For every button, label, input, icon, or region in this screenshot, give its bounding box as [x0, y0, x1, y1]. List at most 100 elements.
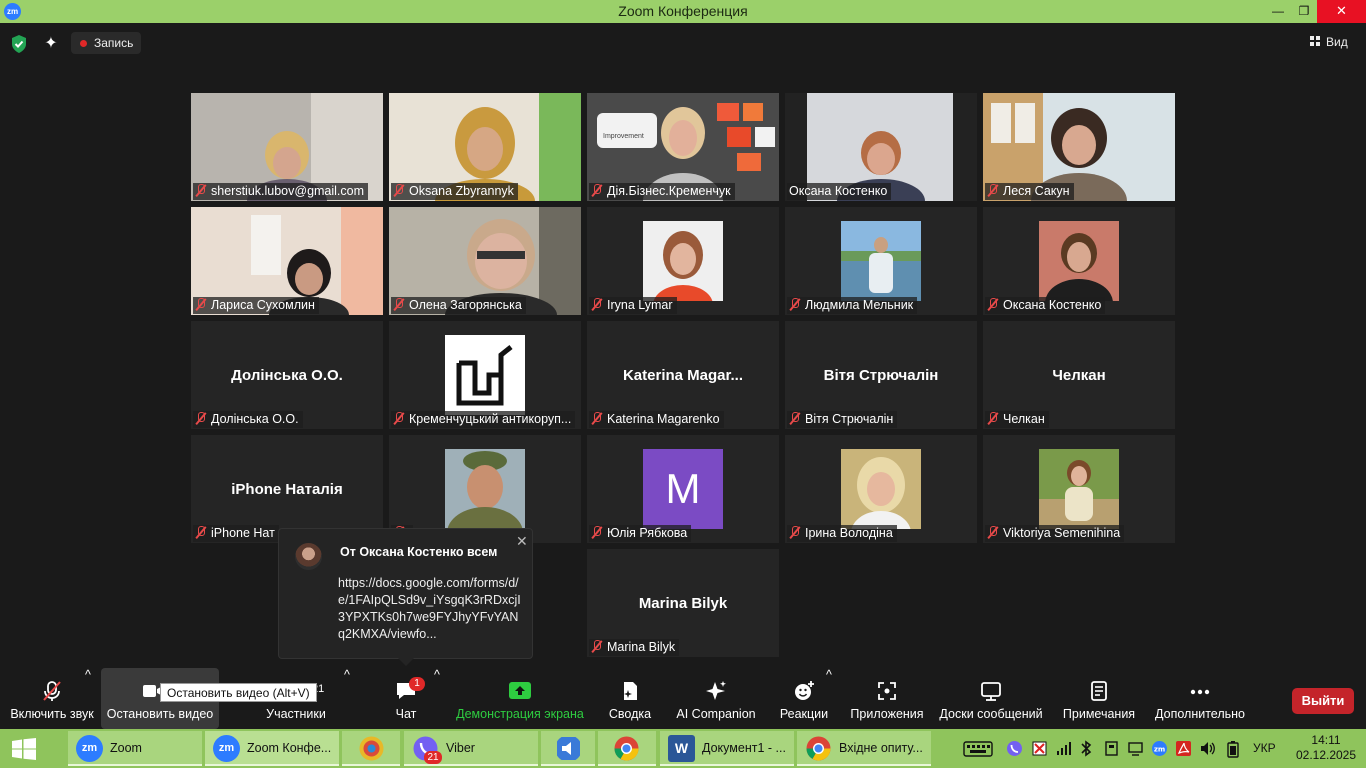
volume-icon[interactable] — [1199, 740, 1216, 757]
participant-tile-active-speaker[interactable]: Оксана Костенко — [785, 93, 977, 201]
participant-tile[interactable]: Леся Сакун — [983, 93, 1175, 201]
participants-options-caret[interactable]: ^ — [344, 668, 350, 682]
reactions-button[interactable]: Реакции — [776, 668, 832, 729]
participant-tile[interactable]: Оксана Костенко — [983, 207, 1175, 315]
mic-muted-icon — [987, 412, 999, 425]
monitor-tray-icon[interactable] — [1127, 740, 1144, 757]
participant-tile[interactable]: Iryna Lymar — [587, 207, 779, 315]
mic-muted-icon — [987, 184, 999, 197]
minimize-button[interactable]: — — [1265, 0, 1291, 23]
maximize-button[interactable]: ❐ — [1291, 0, 1317, 23]
signal-bars-icon[interactable] — [1056, 740, 1072, 756]
taskbar-item-viber[interactable]: 21 Viber — [404, 731, 538, 766]
participant-tile[interactable]: Олена Загорянська — [389, 207, 581, 315]
taskbar-item-browser[interactable] — [342, 731, 400, 766]
mic-muted-icon — [393, 412, 405, 425]
keyboard-language[interactable]: УКР — [1253, 741, 1276, 755]
participant-avatar — [841, 221, 921, 301]
participant-display-name: iPhone Наталія — [231, 481, 343, 498]
participant-tile[interactable]: Viktoriya Semenihina — [983, 435, 1175, 543]
windows-taskbar: zm Zoom zm Zoom Конфе... 21 Viber W Доку… — [0, 729, 1366, 768]
participant-display-name: Долінська О.О. — [231, 367, 343, 384]
viber-tray-icon[interactable] — [1006, 740, 1023, 757]
mic-muted-icon — [393, 184, 405, 197]
record-dot-icon — [80, 40, 87, 47]
participant-display-name: Челкан — [1052, 367, 1106, 384]
apps-label: Приложения — [850, 707, 924, 721]
ai-sparkle-icon[interactable]: ✦ — [41, 34, 61, 54]
chat-options-caret[interactable]: ^ — [434, 668, 440, 682]
participant-tile[interactable]: Лариса Сухомлин — [191, 207, 383, 315]
participant-tile[interactable] — [389, 435, 581, 543]
mic-muted-icon — [591, 184, 603, 197]
taskbar-item-word[interactable]: W Документ1 - ... — [660, 731, 794, 766]
participant-name-label: Iryna Lymar — [589, 297, 677, 314]
notes-button[interactable]: Примечания — [1058, 668, 1140, 729]
participant-display-name: Marina Bilyk — [638, 595, 728, 612]
participant-display-name: Вітя Стрючалін — [823, 367, 939, 384]
windows-start-icon[interactable] — [12, 738, 36, 760]
apps-button[interactable]: Приложения — [848, 668, 926, 729]
close-icon[interactable]: ✕ — [516, 533, 528, 550]
window-title: Zoom Конференция — [618, 3, 748, 19]
ai-sparkle-icon — [706, 681, 726, 700]
participant-tile[interactable]: M Юлія Рябкова — [587, 435, 779, 543]
participant-tile[interactable]: Кременчуцький антикоруп... — [389, 321, 581, 429]
participant-tile[interactable]: Oksana Zbyrannyk — [389, 93, 581, 201]
grid-view-icon — [1310, 36, 1321, 47]
recording-indicator[interactable]: Запись — [71, 32, 141, 54]
close-button[interactable]: ✕ — [1317, 0, 1366, 23]
taskbar-item-zoom[interactable]: zm Zoom — [68, 731, 202, 766]
participant-name-label: Юлія Рябкова — [589, 525, 692, 542]
participants-label: Участники — [266, 707, 326, 721]
taskbar-item-chrome-window[interactable]: Вхідне опиту... — [797, 731, 931, 766]
security-shield-icon[interactable] — [10, 34, 28, 54]
participant-name-label: Оксана Костенко — [787, 183, 892, 200]
summary-button[interactable]: Сводка — [602, 668, 658, 729]
more-button[interactable]: Дополнительно — [1152, 668, 1248, 729]
ai-companion-button[interactable]: AI Companion — [674, 668, 758, 729]
bluetooth-icon[interactable] — [1079, 740, 1093, 757]
zoom-app-icon: zm — [213, 735, 240, 762]
participant-tile[interactable]: Челкан Челкан — [983, 321, 1175, 429]
audio-options-caret[interactable]: ^ — [85, 668, 91, 682]
mic-muted-icon — [987, 298, 999, 311]
chat-sender: От Оксана Костенко всем — [340, 545, 498, 559]
speaker-app-icon — [557, 737, 580, 760]
network-warning-icon[interactable] — [1031, 740, 1048, 757]
chat-message-link[interactable]: https://docs.google.com/forms/d/e/1FAIpQ… — [338, 575, 524, 643]
reactions-options-caret[interactable]: ^ — [826, 668, 832, 682]
more-label: Дополнительно — [1155, 707, 1245, 721]
participant-tile[interactable]: Katerina Magar... Katerina Magarenko — [587, 321, 779, 429]
poster-text: Improvement — [603, 133, 644, 140]
participant-tile[interactable]: Долінська О.О. Долінська О.О. — [191, 321, 383, 429]
leave-button[interactable]: Выйти — [1292, 688, 1354, 714]
battery-icon[interactable] — [1226, 740, 1240, 758]
acrobat-tray-icon[interactable] — [1175, 740, 1192, 757]
mic-muted-icon — [195, 298, 207, 311]
participant-tile[interactable]: iPhone Наталія iPhone Нат — [191, 435, 383, 543]
whiteboards-button[interactable]: Доски сообщений — [938, 668, 1044, 729]
participant-tile[interactable]: Improvement Дія.Бізнес.Кременчук — [587, 93, 779, 201]
participant-tile[interactable]: sherstiuk.lubov@gmail.com — [191, 93, 383, 201]
participant-tile[interactable]: Вітя Стрючалін Вітя Стрючалін — [785, 321, 977, 429]
meeting-top-bar: ✦ Запись Вид — [0, 23, 1366, 65]
taskbar-item-chrome[interactable] — [598, 731, 656, 766]
participant-tile[interactable]: Ірина Володіна — [785, 435, 977, 543]
clock-time: 14:11 — [1311, 733, 1341, 747]
view-button[interactable]: Вид — [1310, 35, 1348, 53]
chrome-app-icon — [806, 736, 831, 761]
system-clock[interactable]: 14:11 02.12.2025 — [1292, 733, 1360, 763]
chat-notification-popup[interactable]: От Оксана Костенко всем ✕ https://docs.g… — [278, 528, 533, 666]
participant-tile[interactable]: Людмила Мельник — [785, 207, 977, 315]
participant-avatar — [445, 449, 525, 529]
zoom-tray-icon[interactable]: zm — [1151, 740, 1168, 757]
taskbar-item-audio-app[interactable] — [541, 731, 595, 766]
usb-device-icon[interactable] — [1103, 740, 1120, 757]
keyboard-icon[interactable] — [963, 741, 993, 757]
share-screen-button[interactable]: Демонстрация экрана — [456, 668, 584, 729]
taskbar-item-zoom-meeting[interactable]: zm Zoom Конфе... — [205, 731, 339, 766]
notes-label: Примечания — [1062, 707, 1136, 721]
stop-video-label: Остановить видео — [106, 707, 214, 721]
participant-tile[interactable]: Marina Bilyk Marina Bilyk — [587, 549, 779, 657]
